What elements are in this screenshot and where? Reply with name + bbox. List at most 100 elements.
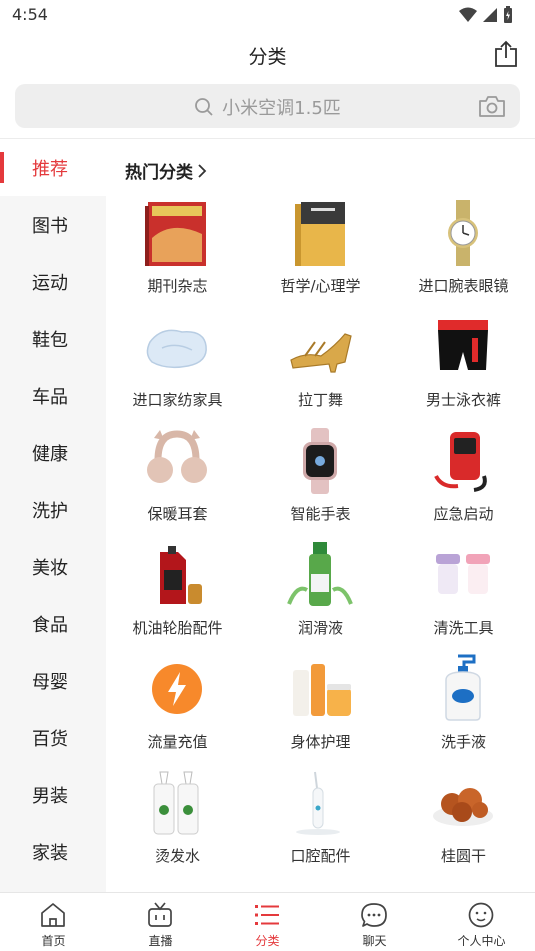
sidebar-item-sports[interactable]: 运动 xyxy=(0,253,106,310)
motor-oil-icon xyxy=(160,546,202,604)
smartwatch-icon xyxy=(303,428,337,494)
wifi-icon xyxy=(459,7,477,22)
category-item[interactable]: 机油轮胎配件 xyxy=(106,537,249,651)
camera-search-button[interactable] xyxy=(478,94,506,118)
sidebar-item-label: 百货 xyxy=(32,728,68,750)
sidebar-item-label: 洗护 xyxy=(32,500,68,522)
tab-label: 个人中心 xyxy=(457,934,506,948)
category-item[interactable]: 保暖耳套 xyxy=(106,423,249,537)
chat-bubble-icon xyxy=(361,903,387,927)
list-icon xyxy=(255,905,279,925)
category-item[interactable]: 桂圆干 xyxy=(392,765,535,879)
sidebar-item-general-goods[interactable]: 百货 xyxy=(0,709,106,766)
search-input[interactable]: 小米空调1.5匹 xyxy=(222,94,341,120)
share-icon xyxy=(495,40,517,67)
camera-icon xyxy=(479,96,505,117)
sidebar-item-wash-care[interactable]: 洗护 xyxy=(0,481,106,538)
category-item[interactable]: 身体护理 xyxy=(249,651,392,765)
status-icons xyxy=(459,6,513,24)
watch-icon xyxy=(448,200,478,266)
category-label: 润滑液 xyxy=(297,619,343,637)
sidebar-item-label: 家装 xyxy=(32,842,68,864)
sidebar-item-label: 母婴 xyxy=(32,671,68,693)
category-label: 机油轮胎配件 xyxy=(132,619,223,637)
sidebar-item-label: 鞋包 xyxy=(32,329,68,351)
category-label: 进口家纺家具 xyxy=(132,391,223,409)
category-item[interactable]: 应急启动 xyxy=(392,423,535,537)
category-label: 清洗工具 xyxy=(433,619,494,637)
category-item[interactable]: 清洗工具 xyxy=(392,537,535,651)
sidebar-item-car[interactable]: 车品 xyxy=(0,367,106,424)
pillow-icon xyxy=(146,329,207,369)
category-item[interactable]: 润滑液 xyxy=(249,537,392,651)
swim-trunks-icon xyxy=(438,320,488,370)
tab-label: 聊天 xyxy=(362,934,387,948)
category-content: 热门分类 期刊杂志 哲学/心理学 进口腕表眼镜 进口家纺家具 拉丁舞 男士泳衣裤… xyxy=(106,139,535,892)
category-item[interactable]: 哲学/心理学 xyxy=(249,195,392,309)
cleaning-cups-icon xyxy=(436,554,490,594)
category-label: 男士泳衣裤 xyxy=(425,391,501,409)
sidebar-item-home-decor[interactable]: 家装 xyxy=(0,823,106,880)
category-label: 洗手液 xyxy=(440,733,486,751)
page-title: 分类 xyxy=(248,46,287,68)
category-item[interactable]: 男士泳衣裤 xyxy=(392,309,535,423)
tab-label: 首页 xyxy=(41,934,66,948)
sidebar-item-label: 车品 xyxy=(32,386,68,408)
section-title: 热门分类 xyxy=(125,163,193,183)
sidebar-item-label: 美妆 xyxy=(32,557,68,579)
search-bar[interactable]: 小米空调1.5匹 xyxy=(15,84,520,128)
category-item[interactable]: 洗手液 xyxy=(392,651,535,765)
share-button[interactable] xyxy=(493,40,519,68)
category-label: 流量充值 xyxy=(147,733,208,751)
bottom-tab-bar: 首页 直播 分类 聊天 个人中心 xyxy=(0,892,535,951)
tv-icon xyxy=(148,902,172,927)
sidebar-item-label: 健康 xyxy=(32,443,68,465)
tab-category[interactable]: 分类 xyxy=(214,893,321,951)
category-item[interactable]: 流量充值 xyxy=(106,651,249,765)
perm-lotion-icon xyxy=(153,771,199,835)
sidebar-item-recommend[interactable]: 推荐 xyxy=(0,139,106,196)
category-label: 期刊杂志 xyxy=(147,277,208,295)
tab-profile[interactable]: 个人中心 xyxy=(428,893,535,951)
category-item[interactable]: 智能手表 xyxy=(249,423,392,537)
status-time: 4:54 xyxy=(12,5,48,24)
category-label: 保暖耳套 xyxy=(147,505,208,523)
earmuff-icon xyxy=(147,430,207,483)
tab-home[interactable]: 首页 xyxy=(0,893,107,951)
tab-chat[interactable]: 聊天 xyxy=(321,893,428,951)
lightning-icon xyxy=(152,664,202,714)
category-item[interactable]: 烫发水 xyxy=(106,765,249,879)
sidebar-item-label: 推荐 xyxy=(32,158,68,180)
status-bar: 4:54 xyxy=(0,0,535,30)
book-icon xyxy=(295,202,345,266)
category-item[interactable]: 进口家纺家具 xyxy=(106,309,249,423)
sidebar-item-baby[interactable]: 母婴 xyxy=(0,652,106,709)
water-flosser-icon xyxy=(296,771,340,835)
category-label: 应急启动 xyxy=(433,505,494,523)
sidebar-item-shoes-bags[interactable]: 鞋包 xyxy=(0,310,106,367)
home-icon xyxy=(41,903,65,927)
tab-live[interactable]: 直播 xyxy=(107,893,214,951)
category-item[interactable]: 进口腕表眼镜 xyxy=(392,195,535,309)
sidebar-item-food[interactable]: 食品 xyxy=(0,595,106,652)
hot-categories-link[interactable]: 热门分类 xyxy=(125,158,207,183)
category-label: 智能手表 xyxy=(290,505,351,523)
sidebar-item-books[interactable]: 图书 xyxy=(0,196,106,253)
tab-label: 分类 xyxy=(255,934,280,948)
category-sidebar: 推荐 图书 运动 鞋包 车品 健康 洗护 美妆 食品 母婴 百货 男装 家装 xyxy=(0,139,106,892)
header: 分类 xyxy=(0,30,535,80)
sidebar-item-menswear[interactable]: 男装 xyxy=(0,766,106,823)
category-label: 进口腕表眼镜 xyxy=(418,277,509,295)
sidebar-item-label: 男装 xyxy=(32,785,68,807)
sidebar-item-beauty[interactable]: 美妆 xyxy=(0,538,106,595)
sidebar-item-label: 图书 xyxy=(32,215,68,237)
category-item[interactable]: 口腔配件 xyxy=(249,765,392,879)
profile-face-icon xyxy=(468,902,494,928)
sidebar-item-health[interactable]: 健康 xyxy=(0,424,106,481)
category-label: 拉丁舞 xyxy=(297,391,343,409)
dried-longan-icon xyxy=(433,788,493,826)
category-item[interactable]: 期刊杂志 xyxy=(106,195,249,309)
search-inner: 小米空调1.5匹 xyxy=(15,94,520,120)
jump-starter-icon xyxy=(434,432,487,492)
category-item[interactable]: 拉丁舞 xyxy=(249,309,392,423)
